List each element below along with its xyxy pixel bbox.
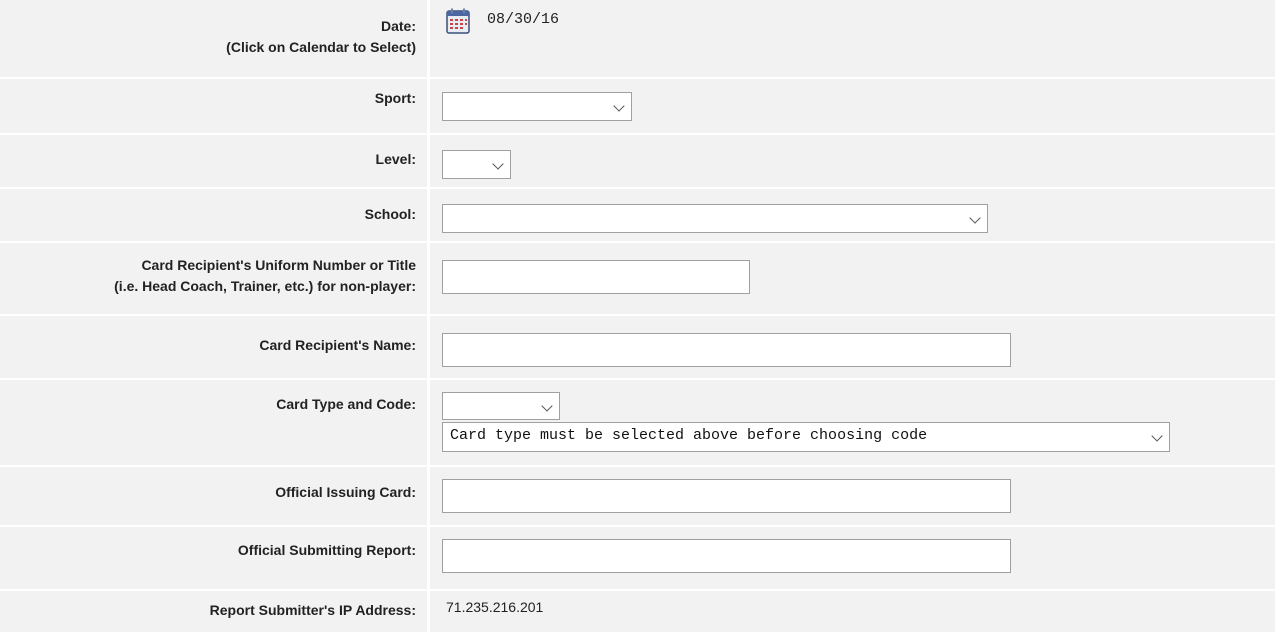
ip-label-text: Report Submitter's IP Address: [209,602,416,618]
level-select[interactable] [442,150,511,179]
school-label: School: [0,189,427,241]
level-row: Level: [0,135,1275,189]
level-label: Level: [0,135,427,187]
ip-row: Report Submitter's IP Address: 71.235.21… [0,591,1275,632]
uniform-label: Card Recipient's Uniform Number or Title… [0,243,427,314]
sport-select[interactable] [442,92,632,121]
card-type-row: Card Type and Code: Card type must be se… [0,380,1275,467]
official-submitting-row: Official Submitting Report: [0,527,1275,591]
school-row: School: [0,189,1275,243]
chevron-down-icon [543,398,551,410]
date-value-cell: 08/30/16 [430,0,1275,77]
official-issuing-label-text: Official Issuing Card: [275,484,416,500]
official-issuing-label: Official Issuing Card: [0,467,427,525]
calendar-icon[interactable] [446,8,470,34]
chevron-down-icon [971,210,979,222]
recipient-name-row: Card Recipient's Name: [0,316,1275,380]
date-label: Date: (Click on Calendar to Select) [0,0,427,77]
chevron-down-icon [615,98,623,110]
card-type-select[interactable] [442,392,560,420]
uniform-label-line2: (i.e. Head Coach, Trainer, etc.) for non… [114,277,416,294]
official-issuing-input[interactable] [442,479,1011,513]
official-issuing-row: Official Issuing Card: [0,467,1275,527]
recipient-name-input[interactable] [442,333,1011,367]
chevron-down-icon [1153,428,1161,440]
recipient-name-label: Card Recipient's Name: [0,316,427,378]
card-report-form: Date: (Click on Calendar to Select) 08/3… [0,0,1275,632]
recipient-name-label-text: Card Recipient's Name: [259,337,416,353]
official-submitting-label-text: Official Submitting Report: [237,542,416,558]
date-row: Date: (Click on Calendar to Select) 08/3… [0,0,1275,79]
official-submitting-input[interactable] [442,539,1011,573]
date-label-line1: Date: [380,17,416,34]
level-label-text: Level: [375,151,416,167]
ip-address-value: 71.235.216.201 [446,599,544,615]
official-submitting-label: Official Submitting Report: [0,527,427,589]
card-type-label: Card Type and Code: [0,380,427,465]
ip-label: Report Submitter's IP Address: [0,591,427,632]
date-label-line2: (Click on Calendar to Select) [226,38,416,55]
uniform-number-input[interactable] [442,260,750,294]
school-select[interactable] [442,204,988,233]
uniform-label-line1: Card Recipient's Uniform Number or Title [141,256,416,273]
sport-label-text: Sport: [374,90,416,106]
sport-label: Sport: [0,79,427,133]
date-value: 08/30/16 [487,11,560,28]
chevron-down-icon [494,156,502,168]
sport-row: Sport: [0,79,1275,135]
card-code-select[interactable]: Card type must be selected above before … [442,422,1170,452]
card-type-label-text: Card Type and Code: [276,396,416,412]
school-label-text: School: [364,206,416,222]
uniform-row: Card Recipient's Uniform Number or Title… [0,243,1275,316]
